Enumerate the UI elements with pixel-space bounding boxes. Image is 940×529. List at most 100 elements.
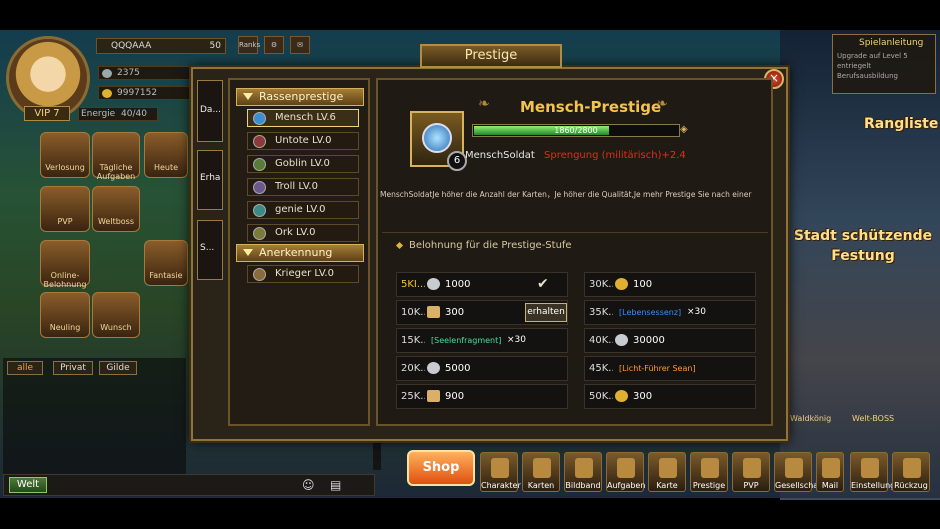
gold-icon (615, 390, 628, 402)
society-button[interactable]: Gesellschaft (774, 452, 824, 492)
button-label: Aufgaben (607, 481, 646, 490)
feature-online-reward[interactable]: Online-Belohnung (40, 240, 90, 289)
shop-button[interactable]: Shop (407, 450, 475, 486)
reward-row: 35K... [Lebensessenz] ×30 (584, 300, 756, 325)
button-label: Rückzug (894, 481, 928, 490)
reward-amount: 300 (445, 307, 465, 318)
feature-weltboss[interactable]: Weltboss (92, 186, 140, 232)
side-tab-3[interactable]: S... (197, 220, 223, 280)
reward-row: 30K... 100 (584, 272, 756, 297)
album-icon (575, 458, 593, 478)
threshold: 30K... (589, 279, 613, 290)
krieger-icon (253, 268, 266, 281)
list-item-ork[interactable]: Ork LV.0 (247, 224, 359, 242)
feature-wunsch[interactable]: Wunsch (92, 292, 140, 338)
feature-extra[interactable]: Neuling (40, 292, 90, 338)
list-header-race[interactable]: Rassenprestige (236, 88, 364, 106)
troll-icon (253, 181, 266, 194)
mail-icon[interactable]: ✉ (290, 36, 310, 54)
pvp-button[interactable]: PVP (732, 452, 770, 492)
ornament-left-icon: ❧ (478, 96, 490, 112)
list-header-race-label: Rassenprestige (259, 90, 344, 103)
guide-text-1: Upgrade auf Level 5 (837, 52, 908, 60)
reward-row: 45K... [Licht-Führer Sean] (584, 356, 756, 381)
feature-verlosung[interactable]: Verlosung (40, 132, 90, 178)
retreat-button[interactable]: Rückzug (892, 452, 930, 492)
crown-icon (422, 123, 452, 153)
list-item-krieger[interactable]: Krieger LV.0 (247, 265, 359, 283)
pvp-icon (743, 458, 761, 478)
button-label: PVP (743, 481, 759, 490)
character-button[interactable]: Charakter (480, 452, 521, 492)
diamond-icon: ◈ (680, 124, 688, 135)
reward-amount: 1000 (445, 279, 471, 290)
stadt-label[interactable]: Stadt schützende Festung (786, 226, 940, 266)
side-tab-2[interactable]: Erha (197, 150, 223, 210)
list-item-troll[interactable]: Troll LV.0 (247, 178, 359, 196)
list-item-mensch[interactable]: Mensch LV.6 (247, 109, 359, 127)
player-name: QQQAAA 50 (96, 38, 226, 54)
silver-icon (427, 278, 440, 290)
chat-tab-private[interactable]: Privat (53, 361, 93, 375)
silver-icon (615, 334, 628, 346)
button-label: Karten (527, 481, 555, 490)
album-button[interactable]: Bildband (564, 452, 602, 492)
description-text: MenschSoldatJe höher die Anzahl der Kart… (380, 190, 752, 199)
scroll-icon (427, 390, 440, 402)
feature-pvp[interactable]: PVP (40, 186, 90, 232)
feature-fantasie[interactable]: Fantasie (144, 240, 188, 286)
button-label: Prestige (692, 481, 726, 490)
reward-amount: 300 (633, 391, 653, 402)
reward-multiplier: ×30 (687, 307, 706, 317)
list-item-label: Ork LV.0 (275, 227, 316, 238)
rangliste-label[interactable]: Rangliste (864, 116, 938, 132)
xp-text: 1860/2800 (554, 126, 598, 135)
player-level: 50 (209, 41, 221, 51)
detail-title: Mensch-Prestige (520, 98, 662, 116)
weltboss-label[interactable]: Welt-BOSS (852, 414, 894, 423)
threshold: 50K... (589, 391, 613, 402)
list-item-label: Goblin LV.0 (275, 158, 330, 169)
energy-counter: Energie 40/40 (78, 107, 158, 121)
chat-channel-button[interactable]: Welt (9, 477, 47, 493)
claim-button[interactable]: erhalten (525, 303, 567, 322)
settings-button[interactable]: Einstellung (850, 452, 895, 492)
tasks-button[interactable]: Aufgaben (606, 452, 646, 492)
chat-tab-all[interactable]: alle (7, 361, 43, 375)
waldkoenig-label[interactable]: Waldkönig (790, 414, 831, 423)
silver-icon (427, 362, 440, 374)
list-item-untote[interactable]: Untote LV.0 (247, 132, 359, 150)
list-header-recognition[interactable]: Anerkennung (236, 244, 364, 262)
gold-icon (615, 278, 628, 290)
feature-daily-tasks[interactable]: Tägliche Aufgaben (92, 132, 140, 181)
reward-row: 20K... 5000 (396, 356, 568, 381)
vip-badge[interactable]: VIP 7 (24, 106, 70, 121)
guide-panel[interactable]: Spielanleitung Upgrade auf Level 5 entrie… (832, 34, 936, 94)
smiley-icon[interactable]: ☺ (302, 478, 315, 492)
tasks-icon (617, 458, 635, 478)
prestige-button[interactable]: Prestige (690, 452, 728, 492)
threshold: 5KI... (401, 279, 425, 290)
list-item-label: genie LV.0 (275, 204, 326, 215)
cards-button[interactable]: Karten (522, 452, 560, 492)
button-label: Charakter (481, 481, 521, 490)
feature-heute[interactable]: Heute (144, 132, 188, 178)
list-item-label: Troll LV.0 (275, 181, 318, 192)
side-tab-1[interactable]: Da... (197, 80, 223, 142)
reward-row: 40K... 30000 (584, 328, 756, 353)
scroll-icon (427, 306, 440, 318)
gear-icon (861, 458, 879, 478)
mail-button[interactable]: Mail (816, 452, 844, 492)
chat-tab-guild[interactable]: Gilde (99, 361, 137, 375)
energy-value: 40/40 (121, 109, 147, 119)
chat-input-bar[interactable] (3, 474, 375, 496)
list-header-recognition-label: Anerkennung (259, 246, 333, 259)
list-item-goblin[interactable]: Goblin LV.0 (247, 155, 359, 173)
chat-bubble-icon[interactable]: ▤ (330, 478, 341, 492)
reward-amount: 900 (445, 391, 465, 402)
gear-icon[interactable]: ⚙ (264, 36, 284, 54)
map-button[interactable]: Karte (648, 452, 686, 492)
list-item-genie[interactable]: genie LV.0 (247, 201, 359, 219)
list-item-label: Mensch LV.6 (275, 112, 336, 123)
ranks-icon[interactable]: Ranks (238, 36, 260, 54)
